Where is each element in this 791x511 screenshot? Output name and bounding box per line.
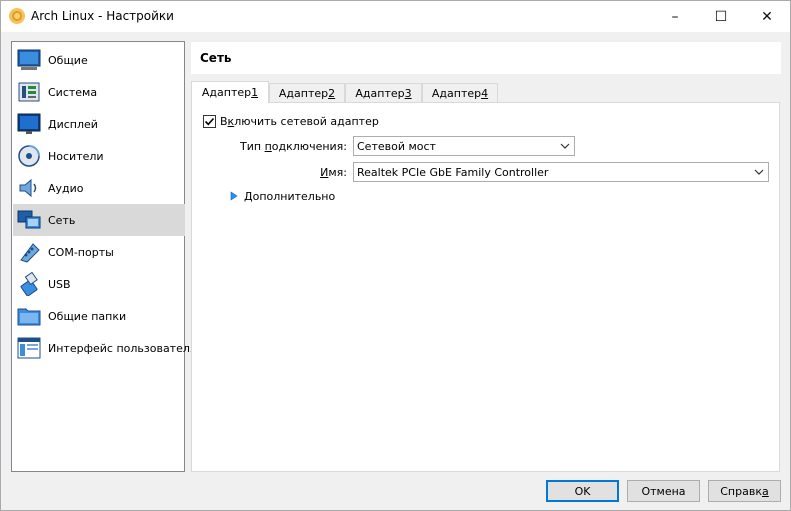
storage-icon: [17, 144, 41, 168]
tab-label: Адаптер: [355, 87, 405, 100]
sidebar-item-display[interactable]: Дисплей: [13, 108, 185, 140]
enable-label-pre: В: [220, 115, 228, 128]
name-label-post: мя:: [328, 166, 347, 179]
sidebar-item-network[interactable]: Сеть: [13, 204, 185, 236]
general-icon: [17, 48, 41, 72]
shared-folders-icon: [17, 304, 41, 328]
expand-arrow-icon[interactable]: [230, 191, 238, 201]
attach-label-key: п: [264, 140, 272, 153]
network-icon: [17, 208, 41, 232]
adapter-panel: Включить сетевой адаптер Тип подключения…: [191, 102, 780, 472]
tab-adapter-4[interactable]: Адаптер 4: [422, 83, 498, 103]
checkmark-icon: [204, 117, 215, 126]
sidebar-item-shared-folders[interactable]: Общие папки: [13, 300, 185, 332]
ok-button[interactable]: OK: [546, 480, 619, 502]
advanced-toggle[interactable]: Дополнительно: [244, 190, 335, 203]
enable-label-post: лючить сетевой адаптер: [234, 115, 379, 128]
audio-icon: [17, 176, 41, 200]
settings-window: Arch Linux - Настройки – ☐ ✕ Общие Систе…: [0, 0, 791, 511]
attach-label-pre: Тип: [240, 140, 265, 153]
usb-icon: [17, 271, 41, 297]
adapter-name-value: Realtek PCIe GbE Family Controller: [357, 165, 549, 179]
user-interface-icon: [17, 336, 41, 360]
sidebar-item-label: Интерфейс пользователя: [48, 341, 197, 355]
page-title: Сеть: [200, 51, 232, 65]
sidebar-item-system[interactable]: Система: [13, 76, 185, 108]
chevron-down-icon: [560, 143, 570, 149]
sidebar-item-serial-ports[interactable]: COM-порты: [13, 236, 185, 268]
display-icon: [17, 112, 41, 136]
attached-to-select[interactable]: Сетевой мост: [353, 136, 575, 156]
section-header: Сеть: [191, 42, 781, 74]
sidebar-item-label: COM-порты: [48, 245, 114, 259]
enable-adapter-label[interactable]: Включить сетевой адаптер: [220, 115, 379, 128]
tab-key: 4: [481, 87, 489, 100]
sidebar-item-label: Дисплей: [48, 117, 98, 131]
sidebar-item-label: Аудио: [48, 181, 84, 195]
sidebar-item-label: USB: [48, 277, 71, 291]
virtualbox-app-icon: [9, 8, 25, 24]
system-icon: [17, 80, 41, 104]
sidebar-item-label: Сеть: [48, 213, 76, 227]
tab-adapter-3[interactable]: Адаптер 3: [345, 83, 422, 103]
tab-key: 3: [404, 87, 412, 100]
adapter-name-label: Имя:: [192, 166, 347, 179]
chevron-down-icon: [754, 169, 764, 175]
tab-key: 2: [328, 87, 336, 100]
attached-to-value: Сетевой мост: [357, 139, 436, 153]
close-button[interactable]: ✕: [744, 1, 790, 32]
sidebar-item-user-interface[interactable]: Интерфейс пользователя: [13, 332, 197, 364]
advanced-text: ополнительно: [252, 190, 336, 203]
attached-to-label: Тип подключения:: [192, 140, 347, 153]
help-key: а: [761, 484, 769, 498]
sidebar-item-audio[interactable]: Аудио: [13, 172, 185, 204]
adapter-name-select[interactable]: Realtek PCIe GbE Family Controller: [353, 162, 769, 182]
sidebar-item-label: Общие: [48, 53, 88, 67]
help-button[interactable]: Справк а: [708, 480, 781, 502]
sidebar-item-storage[interactable]: Носители: [13, 140, 185, 172]
sidebar-item-label: Система: [48, 85, 98, 99]
help-label: Справк: [720, 484, 762, 498]
settings-category-list: Общие Система Дисплей Носители Аудио Сет…: [11, 41, 197, 472]
sidebar-item-label: Носители: [48, 149, 104, 163]
enable-adapter-checkbox[interactable]: [203, 115, 216, 128]
title-bar: Arch Linux - Настройки – ☐ ✕: [1, 1, 790, 32]
tab-label: Адаптер: [431, 87, 482, 100]
minimize-button[interactable]: –: [652, 1, 698, 32]
maximize-button[interactable]: ☐: [698, 1, 744, 32]
attach-label-post: одключения:: [271, 140, 347, 153]
tab-label: Адаптер: [201, 86, 252, 99]
serial-ports-icon: [17, 240, 41, 264]
cancel-button[interactable]: Отмена: [627, 480, 700, 502]
advanced-key: Д: [244, 190, 253, 203]
sidebar-item-general[interactable]: Общие: [13, 44, 185, 76]
window-title: Arch Linux - Настройки: [31, 9, 174, 23]
tab-adapter-2[interactable]: Адаптер 2: [269, 83, 345, 103]
sidebar-item-usb[interactable]: USB: [13, 268, 185, 300]
tab-adapter-1[interactable]: Адаптер 1: [191, 81, 269, 103]
tab-label: Адаптер: [278, 87, 329, 100]
sidebar-item-label: Общие папки: [48, 309, 127, 323]
tab-key: 1: [251, 86, 259, 99]
